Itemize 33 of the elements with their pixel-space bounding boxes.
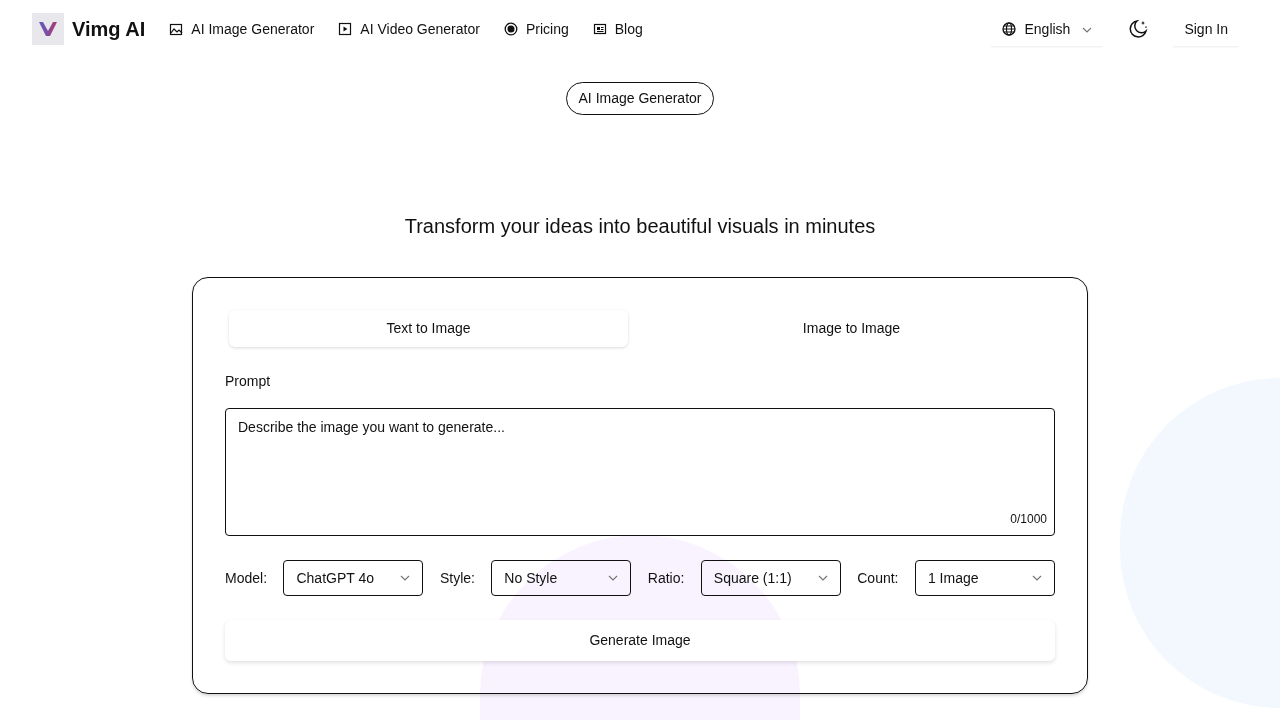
nav-link[interactable]: Pricing	[503, 18, 569, 40]
generate-button[interactable]: Generate Image	[225, 620, 1055, 661]
dark-mode-icon[interactable]	[1128, 19, 1149, 39]
chevron-down-icon	[1031, 575, 1042, 581]
nav-link[interactable]: Blog	[592, 18, 643, 40]
page-badge: AI Image Generator	[565, 82, 715, 115]
logo-icon[interactable]	[32, 13, 64, 45]
brand-name[interactable]: Vimg AI	[72, 14, 146, 44]
globe-icon	[1002, 22, 1017, 36]
sign-in-button[interactable]: Sign In	[1172, 12, 1240, 46]
language-selector[interactable]: English	[990, 12, 1105, 46]
option-dropdown[interactable]: ChatGPT 4o	[283, 560, 424, 596]
chevron-down-icon	[608, 575, 619, 581]
image-icon	[169, 22, 184, 36]
option-dropdown[interactable]: 1 Image	[914, 560, 1055, 596]
character-counter: 0/1000	[1010, 511, 1047, 528]
mode-tab[interactable]: Image to Image	[652, 310, 1051, 347]
option-label: Model:	[225, 568, 268, 588]
chevron-down-icon	[1082, 26, 1093, 33]
nav-link[interactable]: AI Image Generator	[169, 18, 315, 40]
chevron-down-icon	[400, 575, 411, 581]
option-dropdown[interactable]: No Style	[491, 560, 632, 596]
prompt-label: Prompt	[225, 372, 272, 391]
nav-link[interactable]: AI Video Generator	[338, 18, 480, 40]
newspaper-icon	[592, 22, 607, 36]
chevron-down-icon	[817, 575, 828, 581]
option-label: Style:	[439, 568, 475, 588]
mode-tab[interactable]: Text to Image	[229, 310, 628, 347]
option-label: Count:	[857, 568, 899, 588]
option-dropdown[interactable]: Square (1:1)	[700, 560, 841, 596]
play-icon	[338, 22, 353, 36]
option-label: Ratio:	[647, 568, 685, 588]
subtitle: Transform your ideas into beautiful visuals in minutes	[404, 214, 876, 239]
